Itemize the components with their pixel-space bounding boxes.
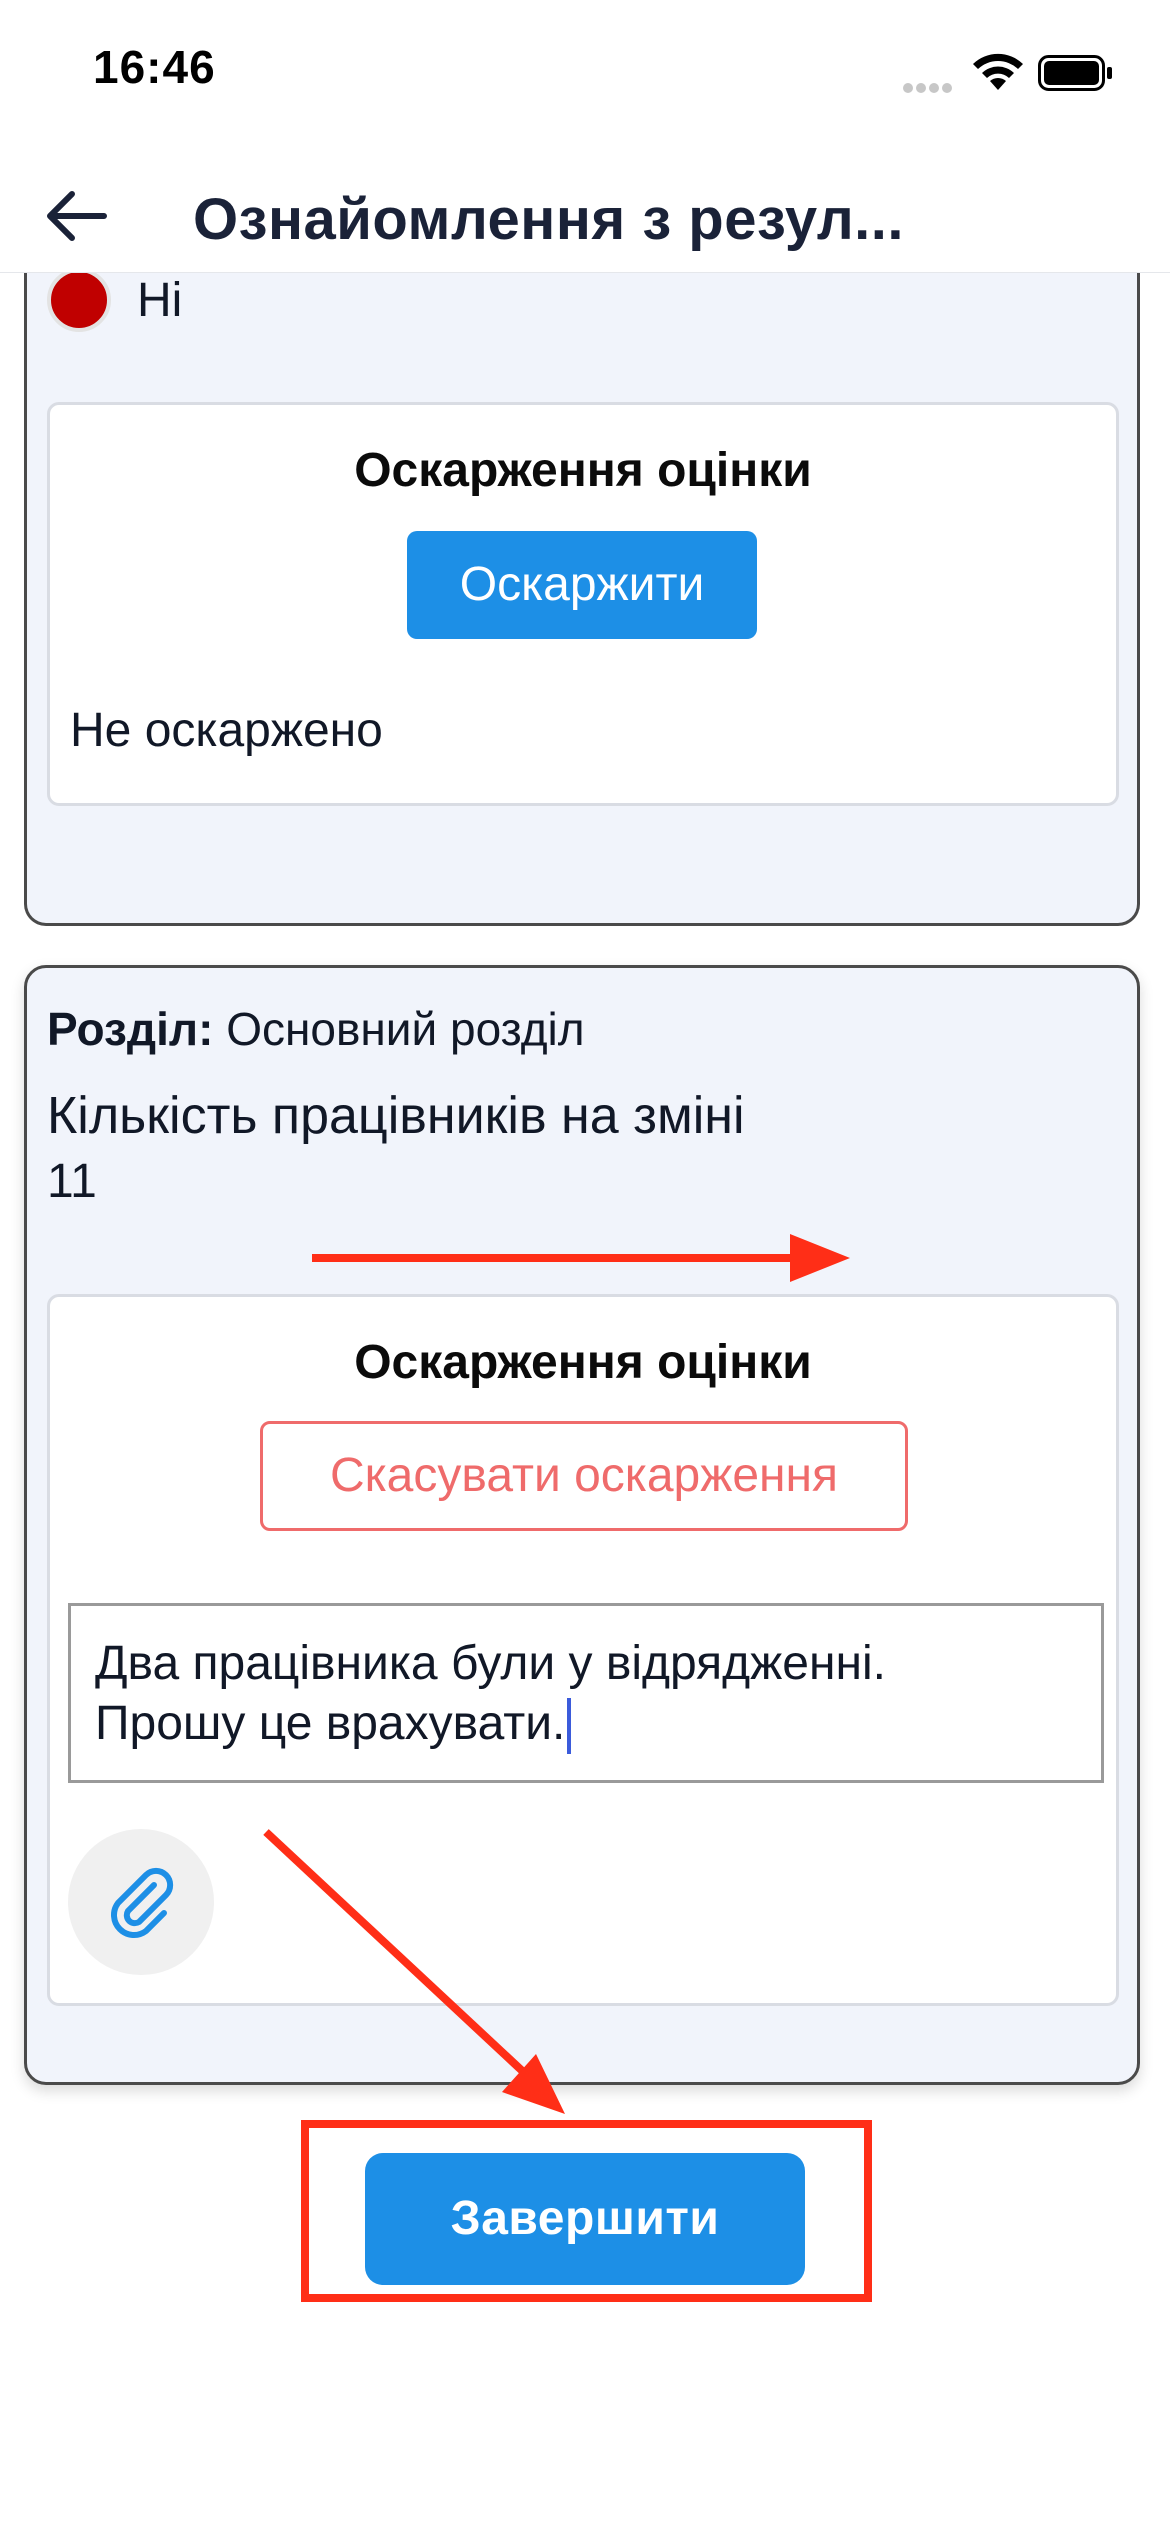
appeal-title: Оскарження оцінки [354, 1336, 812, 1389]
back-arrow-icon[interactable] [40, 186, 110, 246]
content-scroll[interactable]: Ні Оскарження оцінки Оскаржити Не оскарж… [0, 272, 1170, 2532]
comment-line-2: Прошу це врахувати. [95, 1697, 566, 1750]
status-time: 16:46 [93, 41, 216, 93]
metric-value: 11 [47, 1155, 97, 1208]
cellular-signal-icon [903, 80, 957, 93]
page-title: Ознайомлення з резул... [193, 187, 905, 252]
radio-selected-icon [47, 272, 111, 332]
appeal-comment-input[interactable]: Два працівника були у відрядженні. Прошу… [68, 1603, 1104, 1783]
comment-line-2-wrap: Прошу це врахувати. [95, 1694, 1077, 1755]
section-label: Розділ: [47, 1003, 214, 1055]
question-card: Ні Оскарження оцінки Оскаржити Не оскарж… [24, 272, 1140, 926]
text-cursor [567, 1698, 572, 1755]
screen: 16:46 Ознайомлення з резул... Ні Оскарже… [0, 0, 1170, 2532]
answer-label: Ні [137, 273, 183, 327]
paperclip-icon [111, 1867, 174, 1938]
battery-icon [1038, 55, 1112, 91]
attach-file-button[interactable] [68, 1829, 214, 1975]
question-card: Розділ: Основний розділ Кількість праців… [24, 965, 1140, 2085]
section-value: Основний розділ [226, 1003, 585, 1055]
finish-button[interactable]: Завершити [365, 2153, 805, 2285]
answer-option: Ні [47, 272, 182, 340]
comment-line-1: Два працівника були у відрядженні. [95, 1637, 886, 1690]
cancel-appeal-button[interactable]: Скасувати оскарження [260, 1421, 908, 1531]
appeal-title: Оскарження оцінки [354, 444, 812, 497]
appeal-button[interactable]: Оскаржити [407, 531, 757, 639]
metric-name: Кількість працівників на зміні [47, 1087, 745, 1145]
wifi-icon [973, 53, 1023, 90]
section-line: Розділ: Основний розділ [47, 1002, 585, 1056]
appeal-status: Не оскаржено [70, 704, 383, 757]
app-header: Ознайомлення з резул... [0, 150, 1170, 273]
status-bar: 16:46 [0, 0, 1170, 150]
appeal-panel: Оскарження оцінки Скасувати оскарження Д… [47, 1294, 1119, 2006]
appeal-panel: Оскарження оцінки Оскаржити Не оскаржено [47, 402, 1119, 806]
